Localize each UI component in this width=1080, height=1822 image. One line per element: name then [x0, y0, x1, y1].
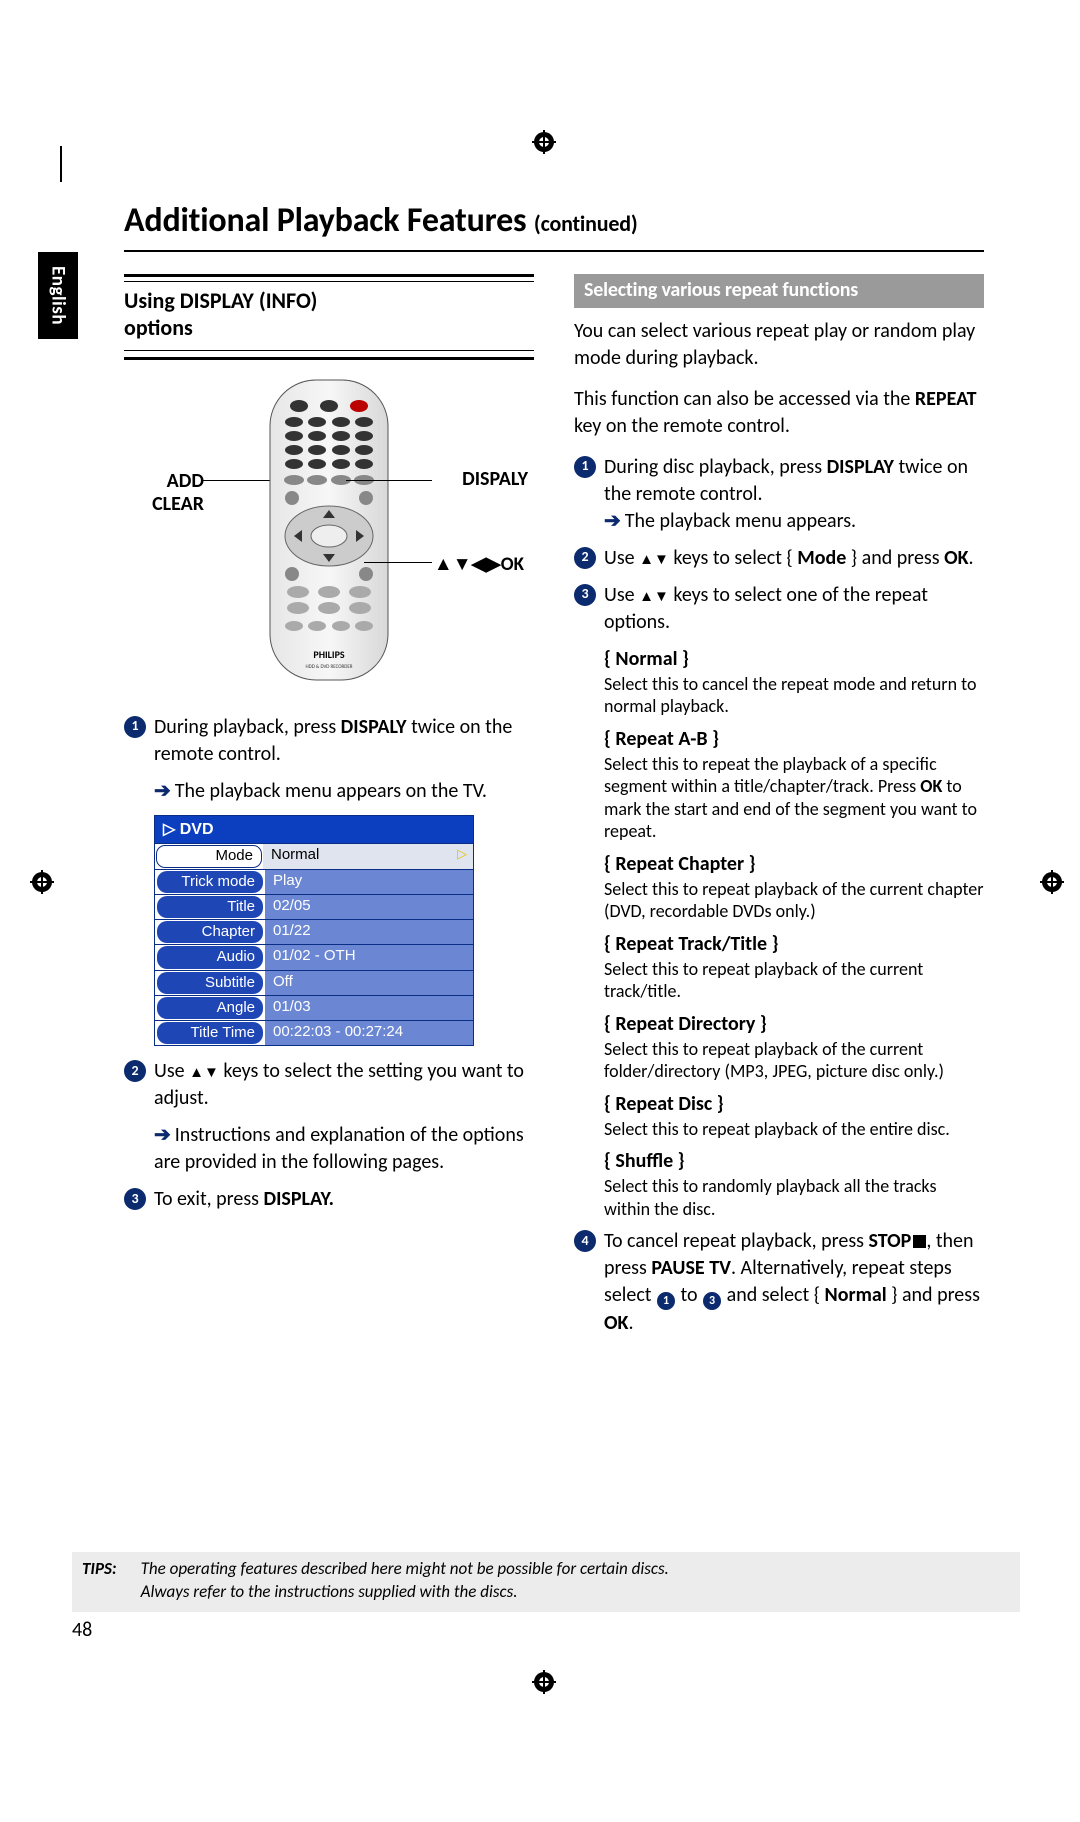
option-desc: Select this to repeat playback of the cu…	[604, 1038, 984, 1083]
step-number-icon: 1	[124, 716, 146, 738]
osd-row: ModeNormal	[155, 843, 473, 868]
stop-icon	[913, 1235, 926, 1248]
step-number-icon: 1	[574, 456, 596, 478]
step-2: 2 Use ▲▼ keys to select the setting you …	[124, 1058, 534, 1112]
remote-icon: PHILIPS HDD & DVD RECORDER	[264, 376, 394, 692]
registration-mark-icon	[532, 130, 556, 154]
remote-callout-display: DISPALY	[462, 468, 528, 491]
paragraph: This function can also be accessed via t…	[574, 386, 984, 440]
option-desc: Select this to repeat playback of the en…	[604, 1118, 984, 1141]
osd-value: 01/22	[265, 920, 473, 944]
option-desc: Select this to randomly playback all the…	[604, 1175, 984, 1220]
step-number-icon: 3	[574, 584, 596, 606]
step-3: 3 To exit, press DISPLAY.	[124, 1186, 534, 1213]
osd-label: Title	[157, 896, 263, 918]
left-column: Using DISPLAY (INFO) options ADD CLEAR	[124, 274, 534, 1348]
osd-value: 00:22:03 - 00:27:24	[265, 1021, 473, 1045]
step-number-icon: 3	[124, 1188, 146, 1210]
option-title: { Repeat Track/Title }	[604, 931, 984, 958]
r-step-1: 1 During disc playback, press DISPLAY tw…	[574, 454, 984, 535]
option-title: { Repeat Disc }	[604, 1091, 984, 1118]
content-area: Additional Playback Features (continued)…	[124, 198, 984, 1347]
osd-menu: ▷ DVD ModeNormalTrick modePlayTitle02/05…	[124, 815, 534, 1047]
subsection-header: Selecting various repeat functions	[574, 274, 984, 308]
option-title: { Repeat Directory }	[604, 1011, 984, 1038]
osd-row: Title02/05	[155, 894, 473, 919]
step-number-icon: 2	[124, 1060, 146, 1082]
option-title: { Repeat A-B }	[604, 726, 984, 753]
osd-value: Play	[265, 870, 473, 894]
remote-callout-navkeys: ▲▼◀▶OK	[434, 554, 524, 576]
osd-row: Chapter01/22	[155, 919, 473, 944]
registration-mark-icon	[30, 870, 54, 894]
arrow-right-icon: ➔	[154, 779, 175, 803]
osd-label: Title Time	[157, 1022, 263, 1044]
osd-value: Off	[265, 971, 473, 995]
osd-label: Angle	[157, 997, 263, 1019]
right-column: Selecting various repeat functions You c…	[574, 274, 984, 1348]
page-title: Additional Playback Features (continued)	[124, 198, 984, 252]
r-step-4: 4 To cancel repeat playback, press STOP,…	[574, 1228, 984, 1337]
step-1: 1 During playback, press DISPALY twice o…	[124, 714, 534, 768]
step-number-icon: 4	[574, 1230, 596, 1252]
remote-callout-left: ADD CLEAR	[120, 470, 204, 516]
osd-label: Subtitle	[157, 972, 263, 994]
step-number-icon: 2	[574, 547, 596, 569]
leader-line	[346, 480, 432, 481]
arrow-right-icon: ➔	[604, 509, 625, 533]
osd-value: 02/05	[265, 895, 473, 919]
section-title: Using DISPLAY (INFO) options	[124, 274, 534, 360]
option-desc: Select this to repeat the playback of a …	[604, 753, 984, 843]
step-ref-icon: 3	[703, 1292, 721, 1310]
page-title-continued: (continued)	[534, 210, 638, 237]
osd-value: Normal	[263, 844, 473, 868]
osd-value: 01/03	[265, 996, 473, 1020]
osd-label: Audio	[157, 946, 263, 968]
osd-header: ▷ DVD	[155, 816, 473, 844]
section-title-line2: options	[124, 314, 534, 342]
osd-row: Trick modePlay	[155, 869, 473, 894]
osd-row: Title Time00:22:03 - 00:27:24	[155, 1020, 473, 1045]
osd-label: Chapter	[157, 921, 263, 943]
option-desc: Select this to cancel the repeat mode an…	[604, 673, 984, 718]
svg-text:HDD & DVD RECORDER: HDD & DVD RECORDER	[306, 664, 353, 670]
tips-text: The operating features described here mi…	[141, 1558, 669, 1604]
language-tab: English	[38, 252, 78, 339]
r-step-2: 2 Use ▲▼ keys to select { Mode } and pre…	[574, 545, 984, 572]
svg-text:PHILIPS: PHILIPS	[313, 648, 345, 661]
page-number: 48	[72, 1617, 92, 1644]
option-title: { Repeat Chapter }	[604, 851, 984, 878]
option-title: { Normal }	[604, 646, 984, 673]
registration-mark-icon	[1040, 870, 1064, 894]
crop-mark	[60, 146, 62, 182]
osd-label: Trick mode	[157, 871, 263, 893]
remote-diagram: ADD CLEAR	[124, 376, 534, 692]
tips-label: TIPS:	[82, 1558, 117, 1604]
paragraph: You can select various repeat play or ra…	[574, 318, 984, 372]
r-step-3: 3 Use ▲▼ keys to select one of the repea…	[574, 582, 984, 636]
option-desc: Select this to repeat playback of the cu…	[604, 958, 984, 1003]
step-1-result: ➔The playback menu appears on the TV.	[154, 778, 534, 805]
step-2-result: ➔Instructions and explanation of the opt…	[154, 1122, 534, 1176]
leader-line	[364, 562, 432, 563]
arrow-right-icon: ➔	[154, 1123, 175, 1147]
osd-label: Mode	[156, 845, 262, 867]
option-title: { Shuffle }	[604, 1148, 984, 1175]
osd-row: SubtitleOff	[155, 970, 473, 995]
step-ref-icon: 1	[657, 1292, 675, 1310]
registration-mark-icon	[532, 1670, 556, 1694]
repeat-options-list: { Normal }Select this to cancel the repe…	[604, 646, 984, 1221]
page-title-main: Additional Playback Features	[124, 200, 526, 241]
osd-row: Audio01/02 - OTH	[155, 944, 473, 969]
manual-page: English Additional Playback Features (co…	[0, 0, 1080, 1822]
tips-box: TIPS: The operating features described h…	[72, 1552, 1020, 1612]
section-title-line1: Using DISPLAY (INFO)	[124, 287, 534, 315]
osd-value: 01/02 - OTH	[265, 945, 473, 969]
osd-row: Angle01/03	[155, 995, 473, 1020]
option-desc: Select this to repeat playback of the cu…	[604, 878, 984, 923]
